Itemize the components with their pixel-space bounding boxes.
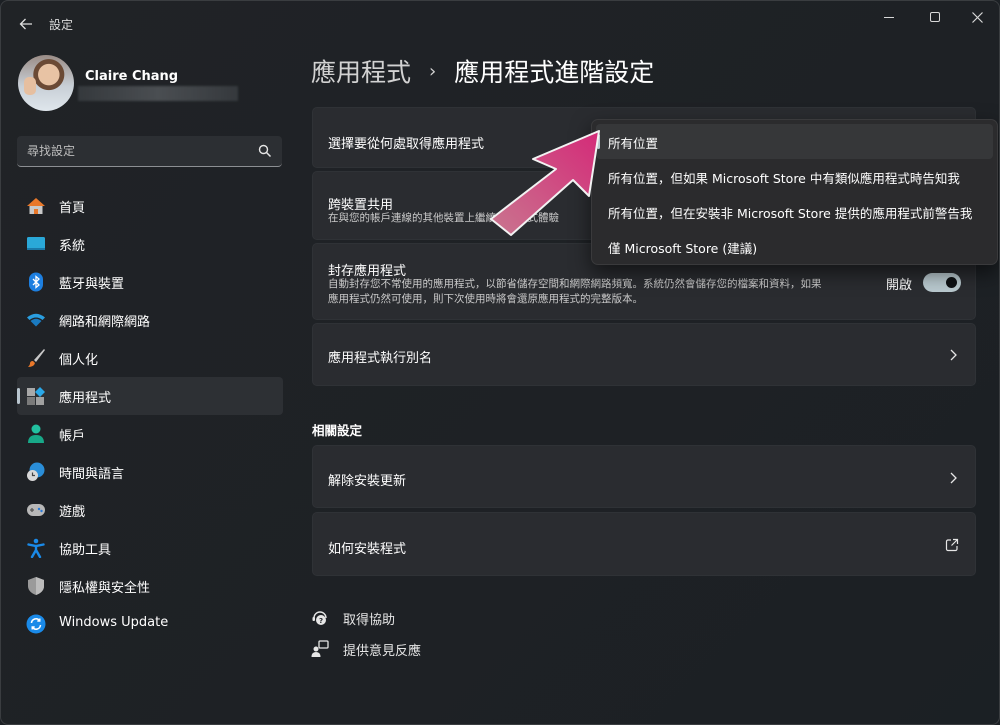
archive-apps-description-line2: 應用程式仍然可使用，則下次使用時將會還原應用程式的完整版本。 <box>328 293 643 305</box>
minimize-button[interactable] <box>869 5 909 29</box>
app-execution-aliases-card[interactable]: 應用程式執行別名 <box>312 323 976 386</box>
dropdown-option-anywhere[interactable]: 所有位置 <box>596 124 993 159</box>
page-title: 應用程式進階設定 <box>454 58 655 87</box>
user-email-redacted <box>78 86 238 101</box>
account-icon <box>26 424 46 444</box>
avatar[interactable] <box>18 55 74 111</box>
home-icon <box>26 196 46 216</box>
sidebar-item-label: 網路和網際網路 <box>59 315 151 330</box>
dropdown-option-anywhere-notify[interactable]: 所有位置，但如果 Microsoft Store 中有類似應用程式時告知我 <box>596 159 993 194</box>
sidebar-item-personalization[interactable]: 個人化 <box>17 339 283 377</box>
help-chat-icon: ? <box>310 608 330 628</box>
sidebar-item-apps[interactable]: 應用程式 <box>17 377 283 415</box>
wifi-icon <box>26 310 46 330</box>
external-link-icon <box>945 538 959 552</box>
title-bar: 設定 <box>1 1 999 47</box>
get-help-link[interactable]: ? 取得協助 <box>310 607 395 629</box>
archive-apps-description-line1: 自動封存您不常使用的應用程式，以節省儲存空間和網際網路頻寬。系統仍然會儲存您的檔… <box>328 278 822 290</box>
sidebar-item-system[interactable]: 系統 <box>17 225 283 263</box>
sidebar-item-windows-update[interactable]: Windows Update <box>17 605 283 643</box>
active-indicator <box>17 388 20 404</box>
sidebar-item-accessibility[interactable]: 協助工具 <box>17 529 283 567</box>
dropdown-option-store-only[interactable]: 僅 Microsoft Store (建議) <box>596 229 993 264</box>
bluetooth-icon <box>26 272 46 292</box>
time-language-icon <box>26 462 46 482</box>
how-to-install-card[interactable]: 如何安裝程式 <box>312 512 976 576</box>
search-input[interactable] <box>17 136 252 166</box>
sidebar-item-network[interactable]: 網路和網際網路 <box>17 301 283 339</box>
breadcrumb-parent-link[interactable]: 應用程式 <box>311 53 411 89</box>
chevron-right-icon <box>950 472 957 484</box>
app-title: 設定 <box>49 18 74 32</box>
sidebar-item-label: 協助工具 <box>59 543 112 558</box>
update-icon <box>26 614 46 634</box>
apps-icon <box>26 386 46 406</box>
give-feedback-link[interactable]: 提供意見反應 <box>310 638 421 660</box>
search-box <box>17 136 282 167</box>
toggle-knob <box>946 277 957 288</box>
sidebar-item-label: 帳戶 <box>59 429 86 444</box>
gamepad-icon <box>26 500 46 520</box>
dropdown-option-label: 所有位置 <box>608 136 659 151</box>
sidebar-item-label: 個人化 <box>59 353 99 368</box>
accessibility-icon <box>26 538 46 558</box>
give-feedback-label: 提供意見反應 <box>343 643 422 659</box>
app-execution-aliases-label: 應用程式執行別名 <box>328 351 433 366</box>
sidebar-item-home[interactable]: 首頁 <box>17 187 283 225</box>
back-button[interactable] <box>15 13 37 35</box>
close-button[interactable] <box>957 5 997 29</box>
maximize-button[interactable] <box>915 5 955 29</box>
search-icon[interactable] <box>258 144 272 158</box>
related-settings-heading: 相關設定 <box>312 423 363 438</box>
user-name: Claire Chang <box>85 69 179 84</box>
sidebar-item-label: 隱私權與安全性 <box>59 581 151 596</box>
choose-app-source-label: 選擇要從何處取得應用程式 <box>328 137 485 152</box>
sidebar-item-label: 應用程式 <box>59 391 112 406</box>
breadcrumb-separator: › <box>429 60 437 82</box>
sidebar-item-privacy-security[interactable]: 隱私權與安全性 <box>17 567 283 605</box>
sidebar-item-label: 首頁 <box>59 201 86 216</box>
archive-apps-toggle[interactable] <box>923 273 961 292</box>
settings-window: 設定 Claire Chang 首頁 系統 <box>0 0 1000 725</box>
svg-text:?: ? <box>319 617 323 625</box>
how-to-install-label: 如何安裝程式 <box>328 542 407 557</box>
get-help-label: 取得協助 <box>343 612 396 628</box>
close-icon <box>971 11 983 23</box>
uninstall-updates-label: 解除安裝更新 <box>328 474 407 489</box>
sidebar-item-label: 遊戲 <box>59 505 86 520</box>
dropdown-option-label: 所有位置，但在安裝非 Microsoft Store 提供的應用程式前警告我 <box>608 206 973 221</box>
sidebar-item-label: 時間與語言 <box>59 467 125 482</box>
sidebar-item-bluetooth[interactable]: 藍牙與裝置 <box>17 263 283 301</box>
chevron-right-icon <box>950 349 957 361</box>
breadcrumb: 應用程式 › 應用程式進階設定 <box>311 53 654 89</box>
paintbrush-icon <box>26 348 46 368</box>
feedback-icon <box>310 639 330 659</box>
dropdown-option-anywhere-warn[interactable]: 所有位置，但在安裝非 Microsoft Store 提供的應用程式前警告我 <box>596 194 993 229</box>
archive-apps-toggle-label: 開啟 <box>886 278 913 293</box>
minimize-icon <box>884 16 894 18</box>
sidebar-item-accounts[interactable]: 帳戶 <box>17 415 283 453</box>
dropdown-option-label: 僅 Microsoft Store (建議) <box>608 241 758 256</box>
maximize-icon <box>930 12 940 22</box>
system-display-icon <box>26 234 46 254</box>
sidebar-item-label: 系統 <box>59 239 86 254</box>
shield-icon <box>26 576 46 596</box>
share-across-devices-subtitle: 在與您的帳戶連線的其他裝置上繼續應用程式體驗 <box>328 212 559 224</box>
uninstall-updates-card[interactable]: 解除安裝更新 <box>312 445 976 508</box>
sidebar-item-gaming[interactable]: 遊戲 <box>17 491 283 529</box>
back-arrow-icon <box>19 18 32 30</box>
sidebar-nav: 首頁 系統 藍牙與裝置 網路和網際網路 個人化 應用程式 帳戶 時間與語言 遊戲… <box>17 187 283 643</box>
sidebar-item-label: 藍牙與裝置 <box>59 277 125 292</box>
app-source-dropdown-menu: 所有位置 所有位置，但如果 Microsoft Store 中有類似應用程式時告… <box>591 119 998 265</box>
sidebar-item-time-language[interactable]: 時間與語言 <box>17 453 283 491</box>
selected-indicator <box>597 134 600 149</box>
dropdown-option-label: 所有位置，但如果 Microsoft Store 中有類似應用程式時告知我 <box>608 171 960 186</box>
sidebar-item-label: Windows Update <box>59 615 169 630</box>
